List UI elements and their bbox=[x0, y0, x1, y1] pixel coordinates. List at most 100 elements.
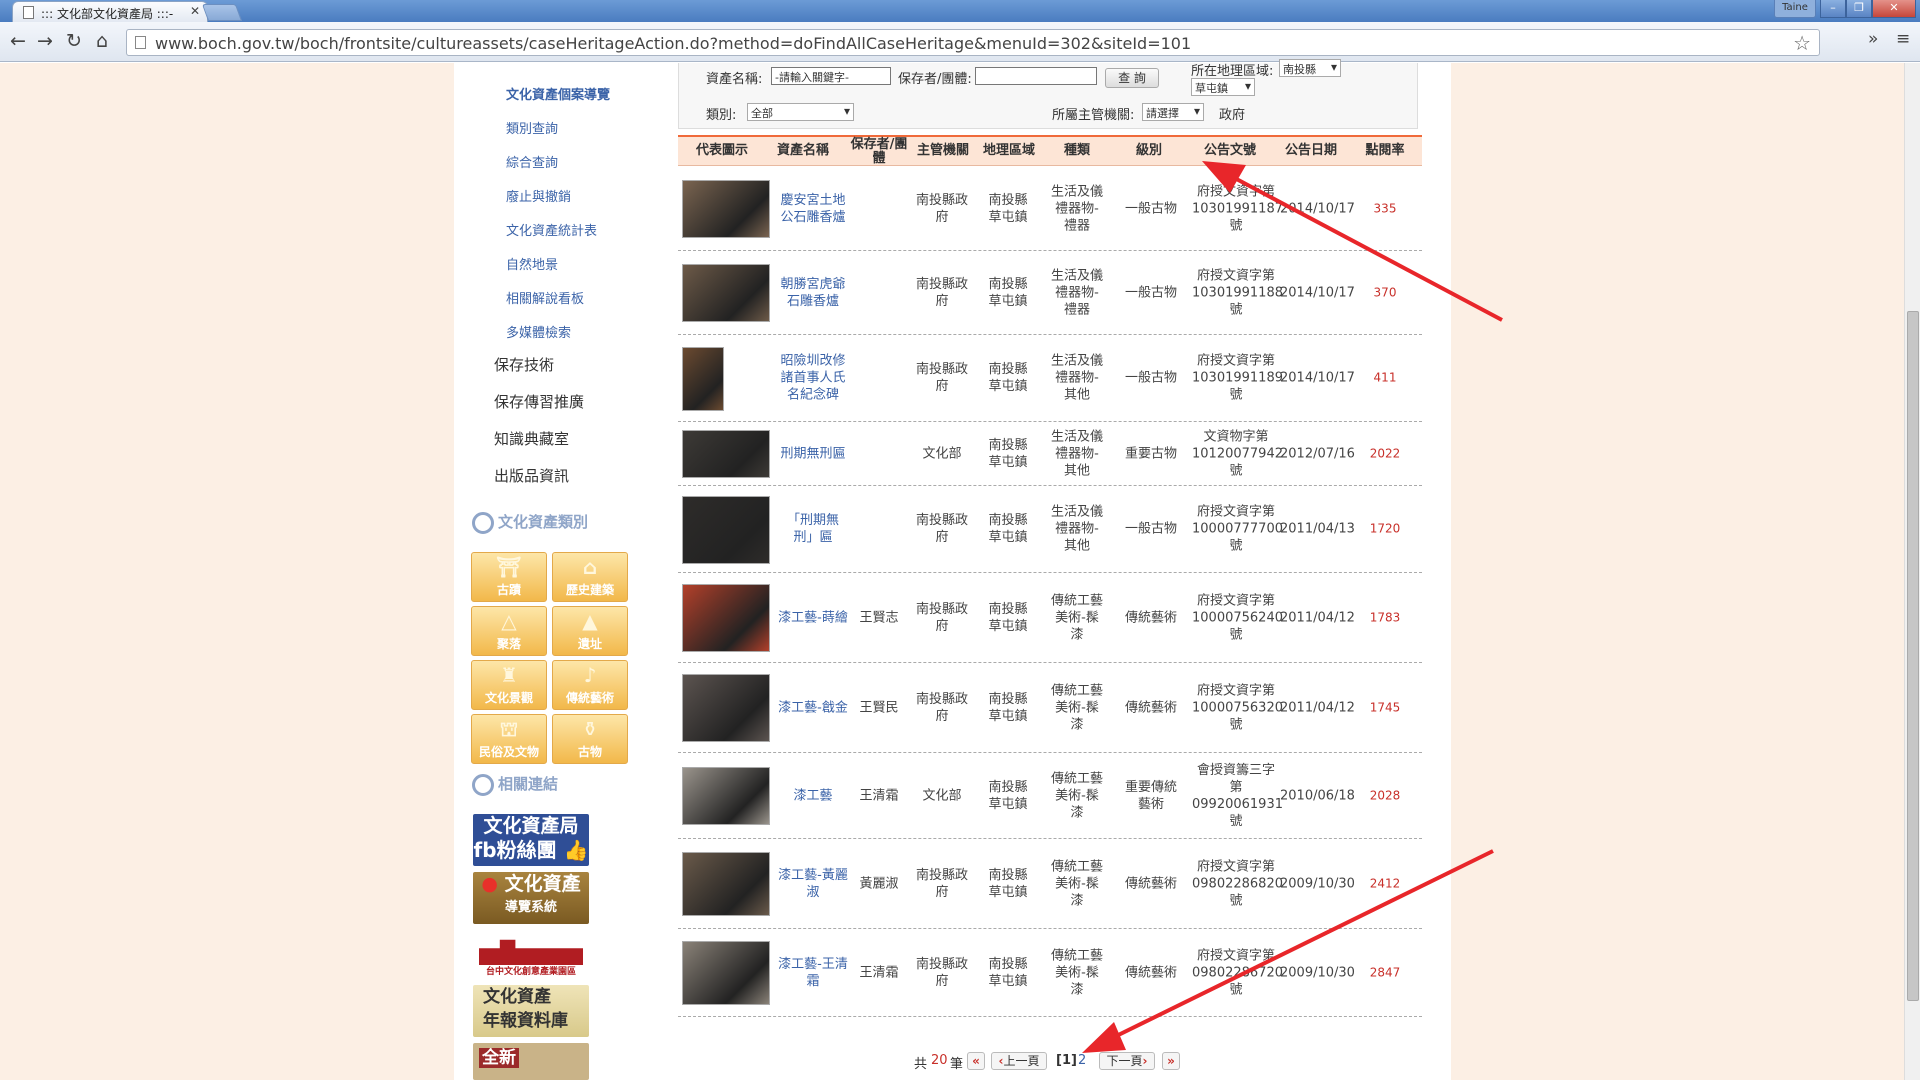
sidebar-item-preservation-tech[interactable]: 保存技術 bbox=[494, 354, 554, 375]
cell-type: 傳統工藝美術-髹漆 bbox=[1050, 683, 1103, 732]
page-icon bbox=[135, 36, 146, 49]
profile-button[interactable]: Taine bbox=[1774, 0, 1816, 18]
keeper-input[interactable] bbox=[975, 67, 1097, 85]
cell-doc: 府授文資字第10000777700號 bbox=[1192, 504, 1283, 554]
sidebar-item-case-tour[interactable]: 文化資產個案導覽 bbox=[506, 84, 610, 103]
menu-icon[interactable]: ≡ bbox=[1896, 29, 1910, 49]
asset-thumbnail[interactable] bbox=[682, 495, 770, 564]
home-icon[interactable]: ⌂ bbox=[96, 30, 108, 52]
cell-keeper: 王賢民 bbox=[859, 700, 899, 715]
maximize-icon[interactable]: ❐ bbox=[1846, 0, 1872, 18]
asset-thumbnail[interactable] bbox=[682, 941, 770, 1005]
vertical-scrollbar[interactable] bbox=[1904, 63, 1920, 1080]
cell-name[interactable]: 「刑期無刑」匾 bbox=[778, 512, 848, 546]
county-select[interactable]: 南投縣 bbox=[1279, 59, 1341, 77]
cell-clicks: 370 bbox=[1373, 285, 1397, 299]
category-archaeological-site[interactable]: ▲ 遺址 bbox=[552, 606, 628, 656]
asset-thumbnail[interactable] bbox=[682, 180, 770, 238]
category-select[interactable]: 全部 bbox=[747, 103, 854, 121]
sidebar-item-publications[interactable]: 出版品資訊 bbox=[494, 465, 569, 486]
agency-select[interactable]: 請選擇 bbox=[1142, 103, 1204, 121]
column-header: 資產名稱 bbox=[776, 143, 829, 158]
asset-thumbnail[interactable] bbox=[682, 584, 770, 652]
yearbook-banner[interactable]: 文化資產 年報資料庫 bbox=[473, 985, 589, 1037]
page-2-link[interactable]: 2 bbox=[1078, 1053, 1086, 1068]
table-row[interactable]: 刑期無刑匾 文化部 南投縣草屯鎮 生活及儀禮器物-其他 重要古物 文資物字第1012007… bbox=[678, 422, 1422, 486]
category-monument[interactable]: ⛩ 古蹟 bbox=[471, 552, 547, 602]
sidebar-item-natural-landscape[interactable]: 自然地景 bbox=[506, 254, 558, 273]
address-bar[interactable]: www.boch.gov.tw/boch/frontsite/cultureas… bbox=[126, 29, 1820, 56]
cell-name[interactable]: 昭險圳改修諸首事人氏名紀念碑 bbox=[778, 353, 848, 404]
bookmark-star-icon[interactable]: ☆ bbox=[1793, 31, 1811, 55]
table-row[interactable]: 漆工藝-黃麗淑 黃麗淑 南投縣政府 南投縣草屯鎮 傳統工藝美術-髹漆 傳統藝術 府授文資字第… bbox=[678, 839, 1422, 929]
asset-thumbnail[interactable] bbox=[682, 264, 770, 322]
search-button[interactable]: 查 詢 bbox=[1105, 68, 1159, 88]
cell-date: 2011/04/12 bbox=[1280, 700, 1355, 715]
asset-thumbnail[interactable] bbox=[682, 346, 724, 411]
close-tab-icon[interactable]: ✕ bbox=[190, 4, 200, 18]
asset-thumbnail[interactable] bbox=[682, 674, 770, 742]
library-banner[interactable]: 台中文化創意產業園區 bbox=[473, 933, 589, 981]
sidebar-item-statistics[interactable]: 文化資產統計表 bbox=[506, 220, 597, 239]
browser-tab[interactable]: ::: 文化部文化資產局 :::- ✕ bbox=[12, 1, 208, 22]
cell-name[interactable]: 漆工藝-黃麗淑 bbox=[778, 867, 848, 901]
next-page-button[interactable]: 下一頁› bbox=[1099, 1052, 1155, 1070]
column-header: 地理區域 bbox=[982, 143, 1035, 158]
table-row[interactable]: 漆工藝-王清霜 王清霜 南投縣政府 南投縣草屯鎮 傳統工藝美術-髹漆 傳統藝術 府授文資字第… bbox=[678, 929, 1422, 1017]
last-page-button[interactable]: » bbox=[1162, 1052, 1180, 1070]
fb-fanpage-banner[interactable]: 文化資產局 fb粉絲團 👍 bbox=[473, 814, 589, 866]
column-header: 主管機關 bbox=[916, 143, 969, 158]
sidebar-item-general-query[interactable]: 綜合查詢 bbox=[506, 152, 558, 171]
main-content: 資產名稱: -請輸入關鍵字- 保存者/團體: 查 詢 所在地理區域: 南投縣 草… bbox=[678, 59, 1422, 1080]
asset-thumbnail[interactable] bbox=[682, 852, 770, 916]
first-page-button[interactable]: « bbox=[967, 1052, 985, 1070]
new-tab-button[interactable] bbox=[201, 4, 243, 21]
cell-name[interactable]: 漆工藝 bbox=[778, 787, 848, 804]
forward-icon[interactable]: → bbox=[37, 30, 53, 52]
extensions-chevron-icon[interactable]: » bbox=[1868, 29, 1878, 49]
back-icon[interactable]: ← bbox=[10, 30, 26, 52]
category-traditional-arts[interactable]: ♪ 傳統藝術 bbox=[552, 660, 628, 710]
asset-name-input[interactable]: -請輸入關鍵字- bbox=[771, 67, 891, 85]
close-window-icon[interactable]: ✕ bbox=[1872, 0, 1916, 18]
category-cultural-landscape[interactable]: ♜ 文化景觀 bbox=[471, 660, 547, 710]
sidebar-item-multimedia[interactable]: 多媒體檢索 bbox=[506, 322, 571, 341]
table-row[interactable]: 漆工藝-蒔繪 王賢志 南投縣政府 南投縣草屯鎮 傳統工藝美術-髹漆 傳統藝術 府授文資字第1… bbox=[678, 573, 1422, 663]
sidebar-item-signboards[interactable]: 相關解說看板 bbox=[506, 288, 584, 307]
sidebar-item-revoked[interactable]: 廢止與撤銷 bbox=[506, 186, 571, 205]
asset-thumbnail[interactable] bbox=[682, 767, 770, 825]
cell-level: 一般古物 bbox=[1124, 370, 1177, 386]
cell-clicks: 1720 bbox=[1369, 521, 1401, 536]
asset-thumbnail[interactable] bbox=[682, 430, 770, 478]
town-select[interactable]: 草屯鎮 bbox=[1191, 78, 1255, 96]
cell-name[interactable]: 慶安宮土地公石雕香爐 bbox=[778, 192, 848, 226]
cell-name[interactable]: 漆工藝-蒔繪 bbox=[778, 609, 848, 626]
table-row[interactable]: 慶安宮土地公石雕香爐 南投縣政府 南投縣草屯鎮 生活及儀禮器物-禮器 一般古物 府授文資字… bbox=[678, 167, 1422, 251]
category-antiquities[interactable]: ⚱ 古物 bbox=[552, 714, 628, 764]
sidebar-item-preservation-promotion[interactable]: 保存傳習推廣 bbox=[494, 391, 584, 412]
cell-name[interactable]: 漆工藝-戧金 bbox=[778, 699, 848, 716]
cell-name[interactable]: 刑期無刑匾 bbox=[778, 445, 848, 462]
table-row[interactable]: 朝勝宮虎爺石雕香爐 南投縣政府 南投縣草屯鎮 生活及儀禮器物-禮器 一般古物 府授文資字第… bbox=[678, 251, 1422, 335]
table-row[interactable]: 漆工藝 王清霜 文化部 南投縣草屯鎮 傳統工藝美術-髹漆 重要傳統藝術 會授資籌三字第099… bbox=[678, 753, 1422, 839]
category-historic-building[interactable]: ⌂ 歷史建築 bbox=[552, 552, 628, 602]
cell-name[interactable]: 朝勝宮虎爺石雕香爐 bbox=[778, 276, 848, 310]
reload-icon[interactable]: ↻ bbox=[66, 30, 82, 52]
pyramid-icon: ▲ bbox=[582, 609, 598, 633]
table-row[interactable]: 「刑期無刑」匾 南投縣政府 南投縣草屯鎮 生活及儀禮器物-其他 一般古物 府授文資字第10… bbox=[678, 486, 1422, 573]
sidebar-item-knowledge[interactable]: 知識典藏室 bbox=[494, 428, 569, 449]
heritage-guide-banner[interactable]: ● 文化資產 導覽系統 bbox=[473, 872, 589, 924]
cell-clicks: 2028 bbox=[1369, 788, 1401, 802]
table-row[interactable]: 漆工藝-戧金 王賢民 南投縣政府 南投縣草屯鎮 傳統工藝美術-髹漆 傳統藝術 府授文資字第1… bbox=[678, 663, 1422, 753]
scrollbar-thumb[interactable] bbox=[1907, 311, 1919, 1001]
cell-name[interactable]: 漆工藝-王清霜 bbox=[778, 956, 848, 990]
page-background bbox=[0, 63, 454, 1080]
new-banner[interactable]: 全新 bbox=[473, 1043, 589, 1080]
sidebar-item-category-query[interactable]: 類別查詢 bbox=[506, 118, 558, 137]
table-row[interactable]: 昭險圳改修諸首事人氏名紀念碑 南投縣政府 南投縣草屯鎮 生活及儀禮器物-其他 一般古物府… bbox=[678, 335, 1422, 422]
keeper-label: 保存者/團體: bbox=[898, 72, 972, 87]
category-folklore[interactable]: ⛫ 民俗及文物 bbox=[471, 714, 547, 764]
minimize-icon[interactable]: – bbox=[1820, 0, 1846, 18]
prev-page-button[interactable]: ‹上一頁 bbox=[991, 1052, 1047, 1070]
category-settlement[interactable]: △ 聚落 bbox=[471, 606, 547, 656]
